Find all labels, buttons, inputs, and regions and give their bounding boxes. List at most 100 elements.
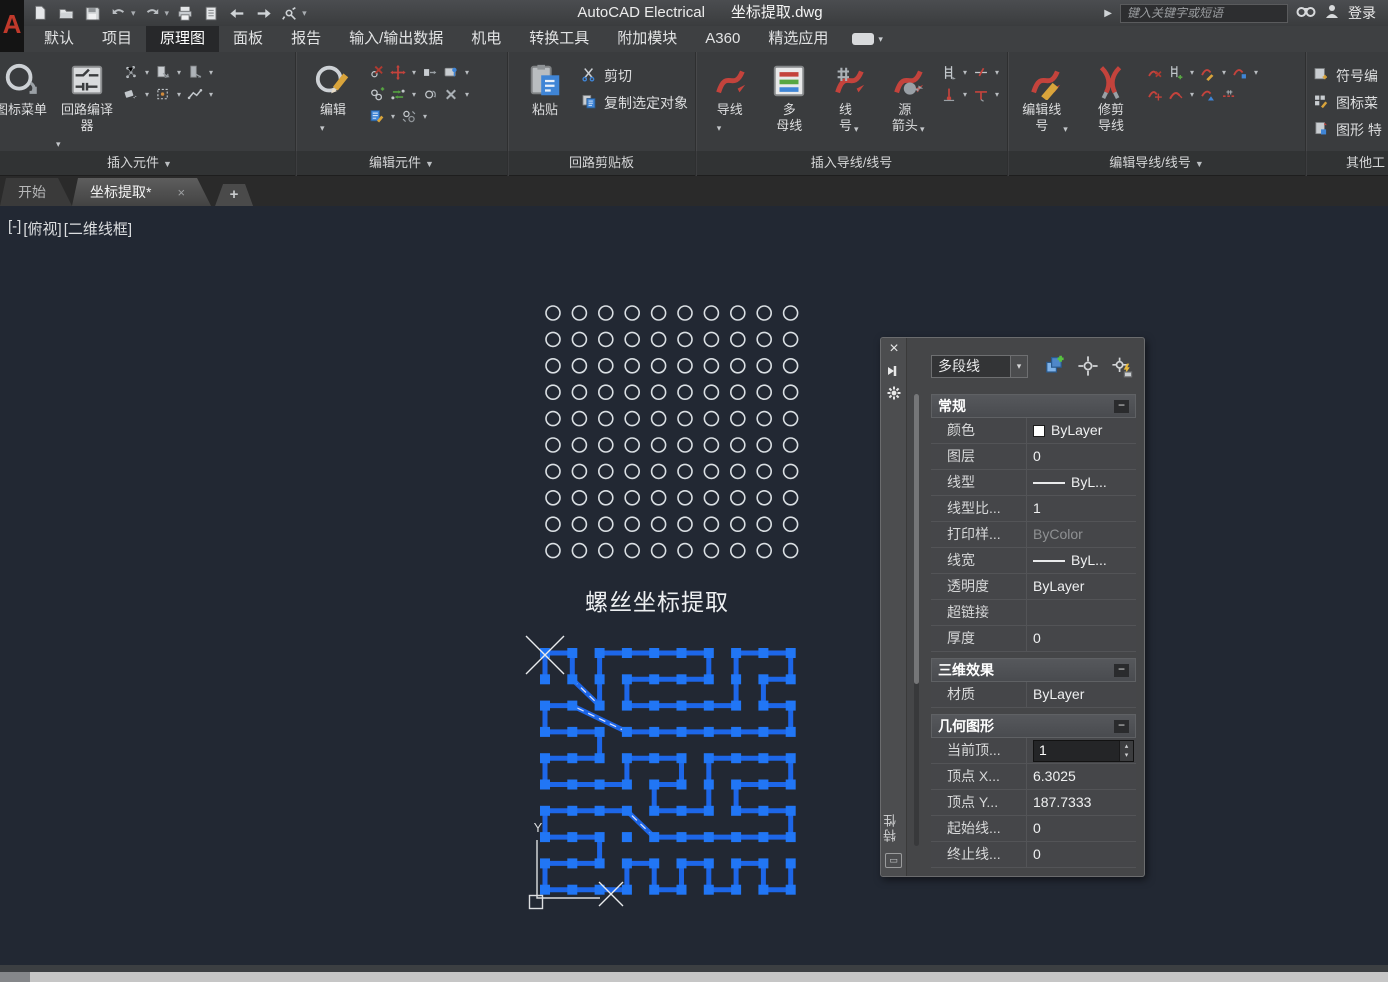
dropdown-caret-icon[interactable]: ▾ [1190,68,1194,77]
property-value[interactable] [1027,600,1136,625]
ribbon-tab-4[interactable]: 面板 [219,26,277,52]
horizontal-scrollbar[interactable] [0,972,1388,982]
property-value[interactable]: ByL... [1027,470,1136,495]
dropdown-caret-icon[interactable]: ▾ [1222,68,1226,77]
dropdown-arrow-icon[interactable]: ▾ [1010,356,1027,377]
dropdown-caret-icon[interactable]: ▾ [963,68,967,77]
viewport-control-1[interactable]: [-] [8,218,21,239]
nodes-icon[interactable] [122,64,140,81]
select-objects-icon[interactable] [1076,355,1100,377]
ribbon-tab-3[interactable]: 原理图 [146,26,219,52]
palette-autohide-icon[interactable] [881,360,907,382]
edit-component-button[interactable]: 编辑▾ [302,56,364,136]
toggle-pickadd-icon[interactable] [1042,355,1066,377]
property-value[interactable]: ByLayer [1027,418,1136,443]
dropdown-caret-icon[interactable]: ▾ [145,68,149,77]
delx-icon[interactable] [442,86,460,103]
winarrow-icon[interactable] [154,64,172,81]
ladderplus-icon[interactable] [1167,64,1185,81]
dropdown-caret-icon[interactable]: ▾ [209,90,213,99]
palette-scrollbar-thumb[interactable] [914,394,919,684]
scoot-icon[interactable] [421,64,439,81]
wire-number-button[interactable]: 线 号▾ [821,56,876,134]
dashbox-icon[interactable] [154,86,172,103]
open-file-icon[interactable] [56,3,76,23]
help-search-input[interactable] [1120,4,1288,23]
reverse-icon[interactable] [421,86,439,103]
property-value[interactable]: ByL... [1027,548,1136,573]
delcomp-icon[interactable] [368,64,386,81]
icon-menu-button[interactable]: 图标菜单▾ [0,56,52,136]
source-arrow-button[interactable]: 源 箭头▾ [880,56,935,134]
panel-label-5[interactable]: 编辑导线/线号▼ [1008,151,1305,176]
save-icon[interactable] [82,3,102,23]
property-value[interactable]: 187.7333 [1027,790,1136,815]
ribbon-tab-6[interactable]: 输入/输出数据 [335,26,457,52]
surfer-icon[interactable] [442,64,460,81]
viewport-control-3[interactable]: [二维线框] [64,218,132,239]
dropdown-caret-icon[interactable]: ▾ [391,112,395,121]
dropdown-caret-icon[interactable]: ▾ [465,68,469,77]
symbol-builder-button[interactable]: 符号编 [1312,66,1382,86]
collapse-icon[interactable]: − [1114,664,1129,677]
ribbon-tab-8[interactable]: 转换工具 [515,26,603,52]
property-value[interactable]: 0 [1027,842,1136,867]
panel-label-4[interactable]: 插入导线/线号 [696,151,1007,176]
wirebend-icon[interactable] [1167,86,1185,103]
drawing-properties-button[interactable]: 图形 特 [1312,120,1382,140]
dropdown-caret-icon[interactable]: ▾ [177,68,181,77]
palette-grip-strip[interactable]: × 特性 ▭ [881,338,907,876]
dropdown-caret-icon[interactable]: ▾ [995,90,999,99]
wiremove-icon[interactable] [1146,86,1164,103]
property-value[interactable]: ByLayer [1027,574,1136,599]
tee2red-icon[interactable] [972,86,990,103]
wirex-icon[interactable] [1146,64,1164,81]
dropdown-caret-icon[interactable]: ▾ [177,90,181,99]
panel-label-1[interactable]: 插入元件▼ [0,151,295,176]
plot-icon[interactable] [175,3,195,23]
panel-label-6[interactable]: 其他工 [1306,151,1388,176]
ribbon-tab-2[interactable]: 项目 [88,26,146,52]
crossred-icon[interactable] [972,64,990,81]
plugarrow-icon[interactable] [122,86,140,103]
redo-icon[interactable] [142,3,162,23]
back-icon[interactable] [227,3,247,23]
icon-menu-wizard-button[interactable]: 图标菜 [1312,93,1382,113]
ribbon-tab-10[interactable]: A360 [691,26,754,52]
ladder-icon[interactable] [940,64,958,81]
ribbon-display-toggle[interactable]: ▾ [852,26,883,52]
workspace-tool-icon[interactable] [279,3,299,23]
dropdown-caret-icon[interactable]: ▾ [1190,90,1194,99]
wiretri-icon[interactable] [1199,86,1217,103]
user-icon[interactable] [1324,3,1340,24]
horizontal-scrollbar-thumb[interactable] [0,972,30,982]
ribbon-tab-5[interactable]: 报告 [277,26,335,52]
spinner-control[interactable]: ▴▾ [1119,741,1133,761]
viewport-control-2[interactable]: [俯视] [23,218,61,239]
dropdown-caret-icon[interactable]: ▾ [963,90,967,99]
undo-icon[interactable] [108,3,128,23]
cut-button[interactable]: 剪切 [580,66,688,86]
dropdown-caret-icon[interactable]: ▾ [1254,68,1258,77]
editattr-icon[interactable] [368,108,386,125]
property-value[interactable]: 0 [1027,816,1136,841]
movecomp-icon[interactable] [389,64,407,81]
edit-wire-number-button[interactable]: 编辑线 号▾ [1014,56,1076,134]
redo-caret-icon[interactable]: ▾ [165,8,170,19]
search-expand-icon[interactable]: ▶ [1104,8,1112,19]
drawing-canvas[interactable]: Y [-][俯视][二维线框] 螺丝坐标提取 [0,206,1388,965]
quick-select-icon[interactable] [1110,355,1134,377]
tab-close-icon[interactable]: × [177,185,185,200]
winarrow2-icon[interactable] [186,64,204,81]
new-file-icon[interactable] [30,3,50,23]
property-value-input[interactable]: 1▴▾ [1033,740,1134,762]
wirehash-icon[interactable] [1220,86,1238,103]
property-value[interactable]: ByLayer [1027,682,1136,707]
wirepencil-icon[interactable] [1199,64,1217,81]
palette-close-icon[interactable]: × [881,338,907,360]
property-value[interactable]: 0 [1027,626,1136,651]
undo-caret-icon[interactable]: ▾ [131,8,136,19]
dropdown-caret-icon[interactable]: ▾ [209,68,213,77]
zigzag-icon[interactable] [186,86,204,103]
property-value[interactable]: 1 [1027,496,1136,521]
